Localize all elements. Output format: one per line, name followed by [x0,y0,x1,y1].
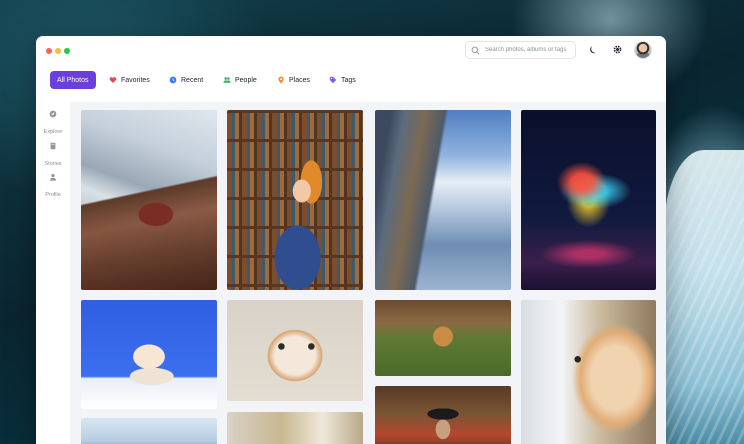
wave-foam [664,150,744,444]
sidebar: Explore Stories Profile [36,102,70,444]
tab-people[interactable]: People [216,71,264,89]
tab-label: All Photos [57,76,89,84]
tab-tags[interactable]: Tags [322,71,363,89]
photo-man-in-hat-market[interactable] [375,386,511,444]
user-icon [49,173,57,181]
search-input[interactable] [485,47,575,53]
maximize-window-button[interactable] [64,48,70,54]
tag-icon [329,76,337,84]
photo-hallway[interactable] [227,412,363,444]
search-icon [471,46,480,54]
gear-icon[interactable] [612,44,623,55]
sidebar-item-explore[interactable]: Explore [36,110,70,138]
search-box[interactable] [465,41,576,59]
book-icon [49,142,57,150]
tab-label: Tags [341,76,356,84]
sidebar-item-label: Explore [43,129,63,135]
photo-girl-in-library[interactable] [227,110,363,290]
heart-icon [109,76,117,84]
tab-label: Favorites [121,76,150,84]
tab-label: Recent [181,76,204,84]
compass-icon [49,110,57,118]
photo-cat-at-window[interactable] [521,300,656,444]
sidebar-item-profile[interactable]: Profile [36,173,70,201]
tab-places[interactable]: Places [270,71,317,89]
photo-cliff-mountains[interactable] [375,110,511,290]
tab-label: Places [289,76,311,84]
pin-icon [277,76,285,84]
tab-recent[interactable]: Recent [162,71,210,89]
sidebar-item-label: Stories [44,161,62,167]
tab-all-photos[interactable]: All Photos [50,71,96,89]
moon-icon[interactable] [588,44,599,55]
sidebar-item-label: Profile [45,192,61,198]
close-window-button[interactable] [46,48,52,54]
tab-favorites[interactable]: Favorites [102,71,157,89]
photo-snowy-peak[interactable] [81,418,217,444]
photo-cat-blue-background[interactable] [81,300,217,409]
photo-light-dancer[interactable] [521,110,656,290]
people-icon [223,76,231,84]
sidebar-item-stories[interactable]: Stories [36,142,70,170]
avatar[interactable] [634,41,652,59]
app-window: All Photos Favorites Recent People Place… [36,36,666,444]
photo-mountain-fortress[interactable] [81,110,217,290]
clock-icon [169,76,177,84]
title-bar [36,36,666,66]
photo-puppy-running[interactable] [375,300,511,376]
minimize-window-button[interactable] [55,48,61,54]
tab-label: People [235,76,257,84]
photo-grid [70,102,666,444]
photo-cat-closeup[interactable] [227,300,363,401]
